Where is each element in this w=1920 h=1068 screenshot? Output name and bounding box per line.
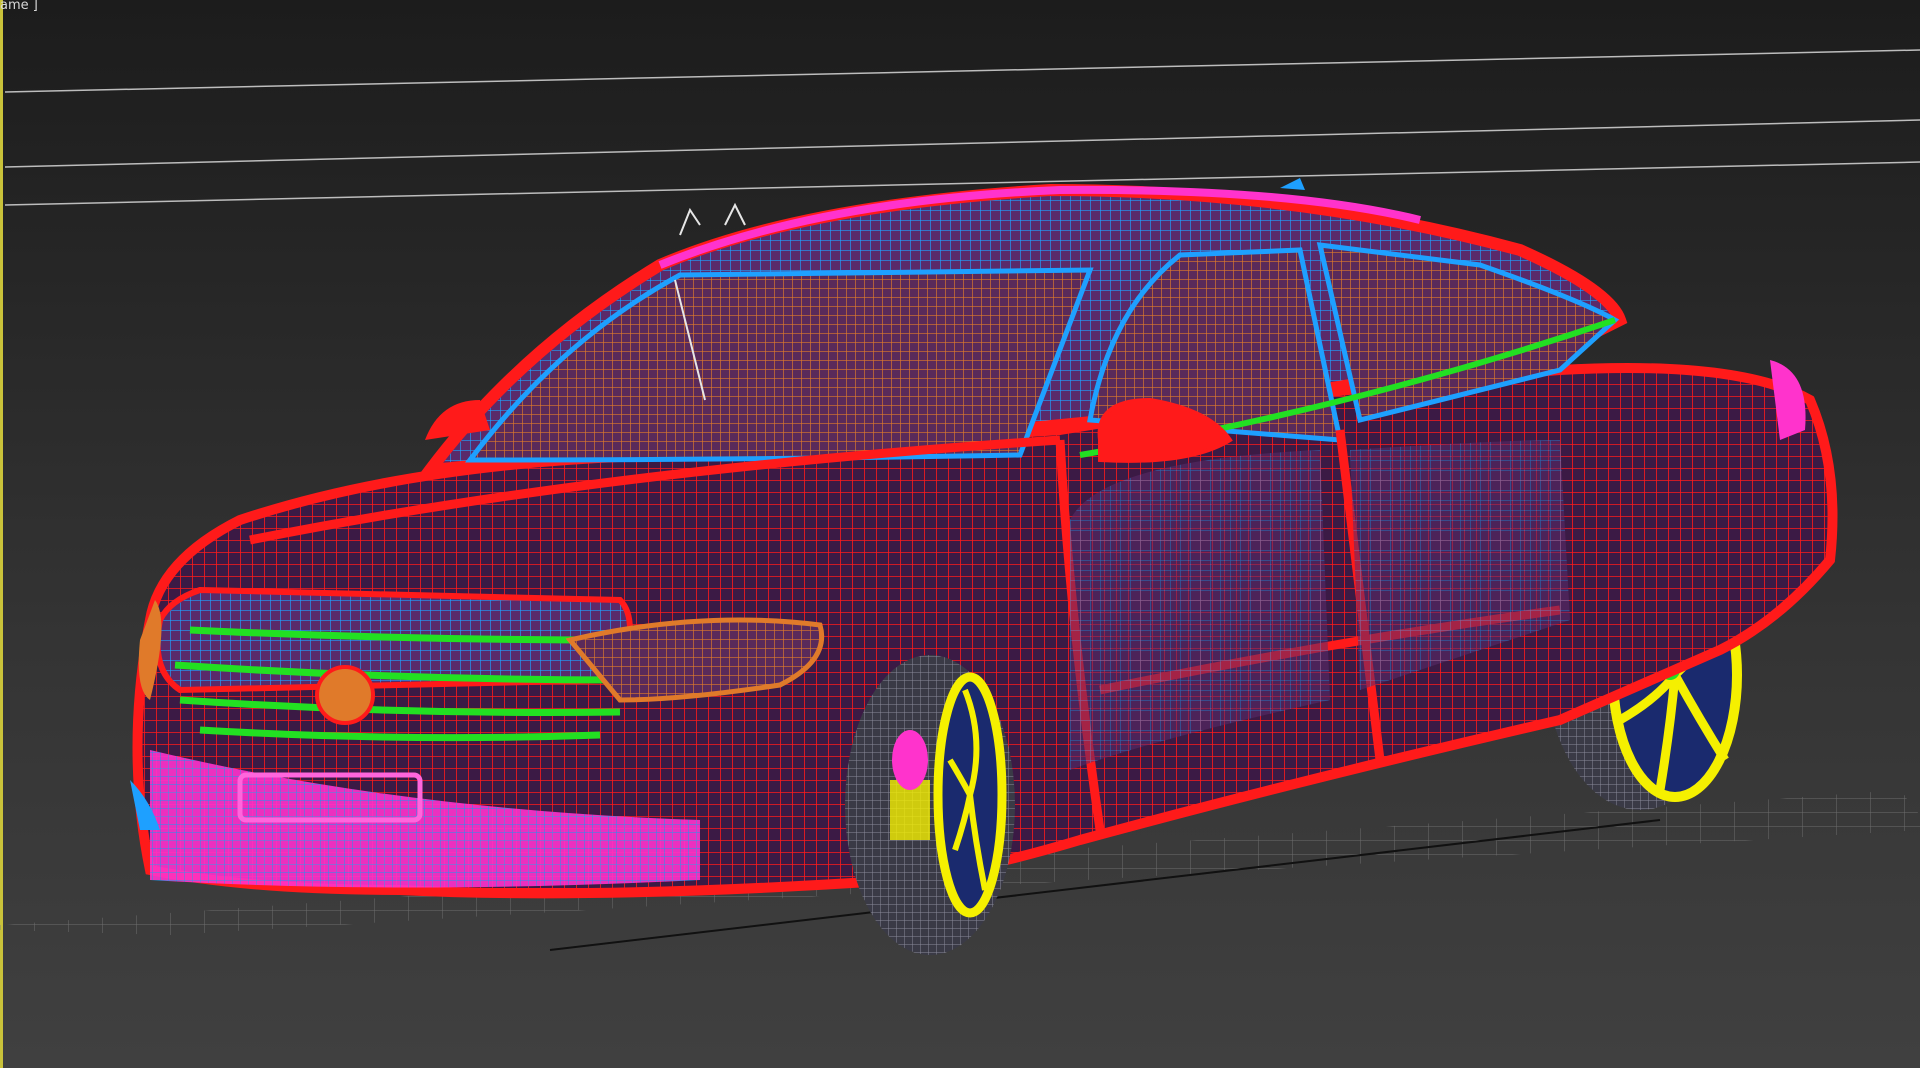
vw-badge-icon <box>315 665 375 725</box>
wireframe-scene[interactable] <box>0 0 1920 1068</box>
home-grid-lines <box>4 49 1920 206</box>
front-wheel <box>845 655 1015 955</box>
antenna <box>1280 178 1305 190</box>
3d-viewport[interactable]: ame ] <box>0 0 1920 1068</box>
